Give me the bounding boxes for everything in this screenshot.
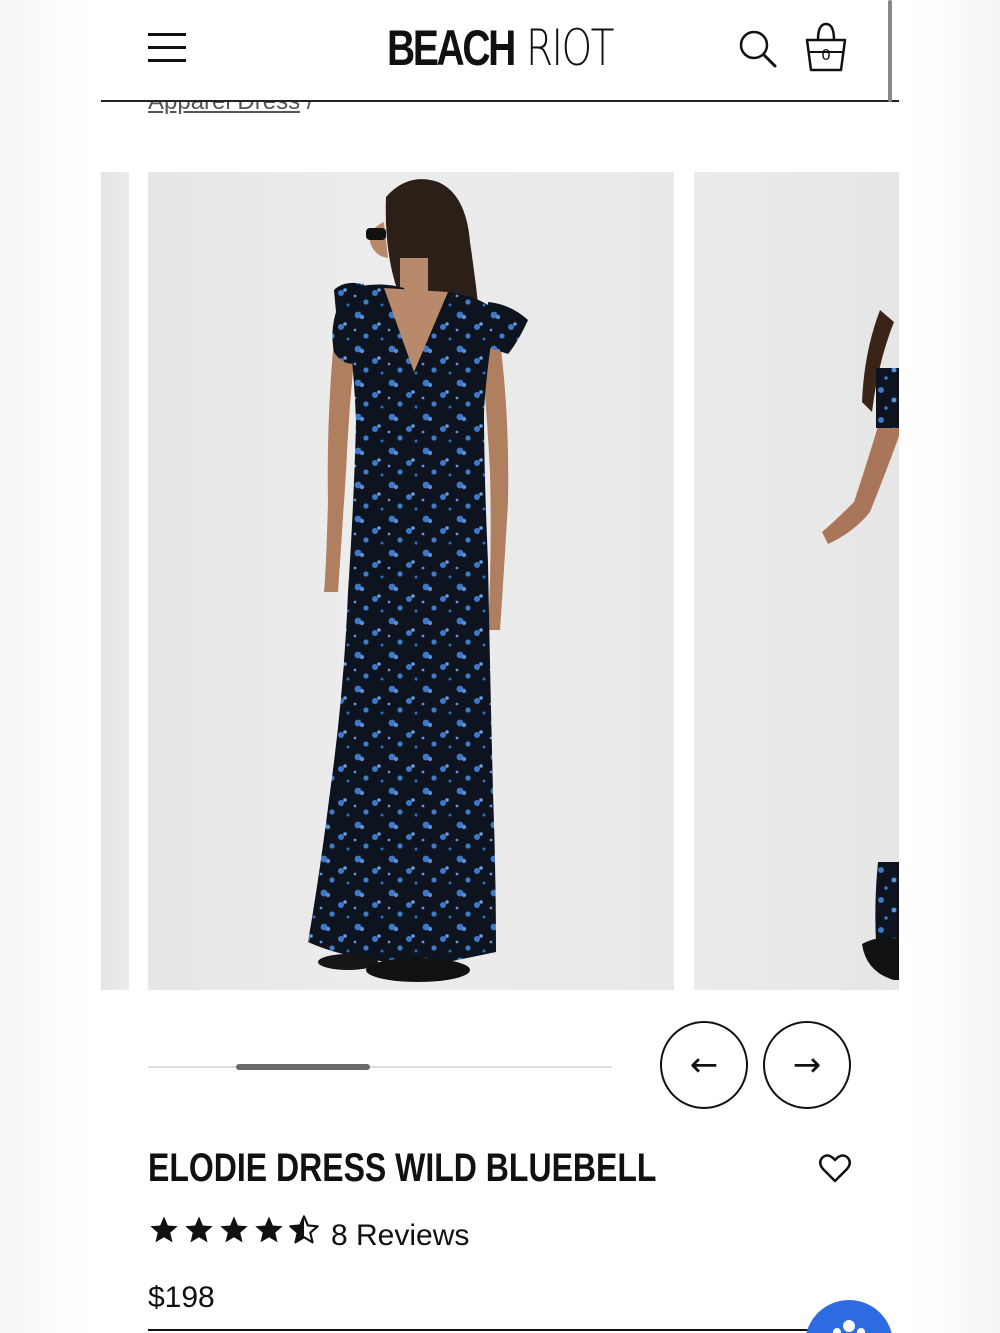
arrow-right-icon: → [792,1045,822,1085]
reviews-link[interactable]: 8 Reviews [331,1219,469,1253]
search-icon[interactable] [735,26,779,70]
star-icon [185,1216,213,1243]
gallery-progress-thumb[interactable] [235,1064,370,1070]
star-half-icon [289,1215,319,1244]
rating-stars[interactable] [148,1214,320,1246]
heart-icon[interactable] [817,1150,853,1186]
gallery-slide-main-image[interactable] [148,172,674,990]
cart-count: 0 [821,46,831,64]
star-icon [220,1216,248,1243]
product-price: $198 [148,1281,215,1314]
scrollbar[interactable] [888,0,892,102]
gallery-slide-next[interactable] [694,172,899,990]
accessibility-widget-button[interactable] [805,1300,893,1333]
product-title: ELODIE DRESS WILD BLUEBELL [148,1146,657,1190]
gallery-slide-previous[interactable] [101,172,129,990]
arrow-left-icon: ← [689,1045,719,1085]
logo-thin-text: RIOT [525,19,614,77]
gallery-next-button[interactable]: → [763,1021,851,1109]
product-page: BEACH RIOT 0 Apparel Dress / [101,0,899,1333]
star-icon [255,1216,283,1243]
brand-logo[interactable]: BEACH RIOT [387,20,637,76]
gallery-prev-button[interactable]: ← [660,1021,748,1109]
divider [148,1329,868,1331]
star-icon [150,1216,178,1243]
site-header: BEACH RIOT 0 [101,0,899,102]
gallery-progress-track [148,1066,612,1068]
logo-bold-text: BEACH [387,20,516,76]
shopping-bag-icon[interactable]: 0 [801,20,851,76]
hamburger-menu-icon[interactable] [148,32,188,64]
